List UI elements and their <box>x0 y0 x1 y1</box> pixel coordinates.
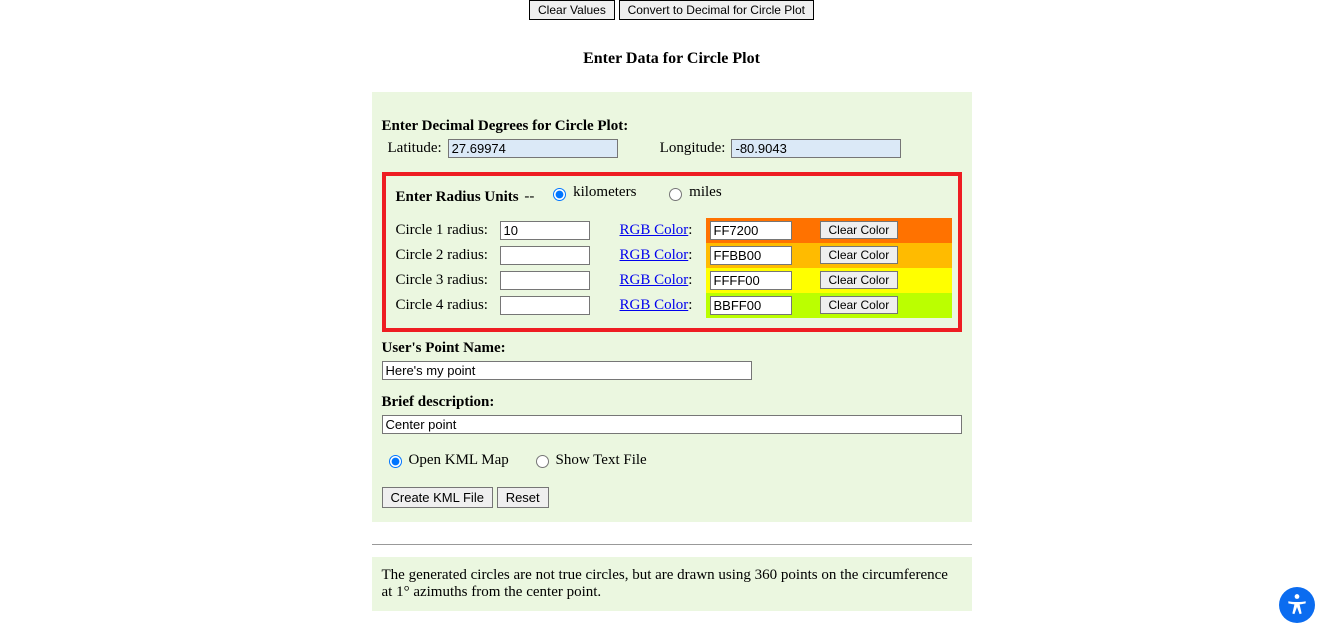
point-name-title: User's Point Name: <box>382 340 962 357</box>
longitude-input[interactable] <box>731 139 901 158</box>
circle-row: Circle 3 radius:RGB Color:Clear Color <box>392 268 952 293</box>
latitude-input[interactable] <box>448 139 618 158</box>
radius-units-dashes: -- <box>521 189 539 205</box>
circle-radius-table: Circle 1 radius:RGB Color:Clear ColorCir… <box>392 218 952 318</box>
circle-plot-panel: Enter Decimal Degrees for Circle Plot: L… <box>372 92 972 522</box>
accessibility-icon[interactable] <box>1279 587 1315 623</box>
clear-color-button[interactable]: Clear Color <box>820 296 899 314</box>
circle-radius-input[interactable] <box>500 246 590 265</box>
rgb-color-input[interactable] <box>710 221 792 240</box>
rgb-color-input[interactable] <box>710 271 792 290</box>
kilometers-label: kilometers <box>573 184 636 201</box>
longitude-label: Longitude: <box>660 140 726 157</box>
rgb-color-link[interactable]: RGB Color <box>620 247 689 263</box>
circle-radius-input[interactable] <box>500 221 590 240</box>
rgb-color-link[interactable]: RGB Color <box>620 272 689 288</box>
circle-radius-label: Circle 4 radius: <box>392 293 496 318</box>
description-title: Brief description: <box>382 394 962 411</box>
point-name-input[interactable] <box>382 361 752 380</box>
circle-radius-label: Circle 3 radius: <box>392 268 496 293</box>
create-kml-button[interactable]: Create KML File <box>382 487 493 508</box>
latitude-label: Latitude: <box>388 140 442 157</box>
clear-values-button[interactable]: Clear Values <box>529 0 615 20</box>
rgb-color-link[interactable]: RGB Color <box>620 222 689 238</box>
show-text-radio[interactable] <box>536 455 549 468</box>
circle-row: Circle 2 radius:RGB Color:Clear Color <box>392 243 952 268</box>
description-input[interactable] <box>382 415 962 434</box>
miles-radio[interactable] <box>669 188 682 201</box>
rgb-color-input[interactable] <box>710 296 792 315</box>
clear-color-button[interactable]: Clear Color <box>820 271 899 289</box>
clear-color-button[interactable]: Clear Color <box>820 246 899 264</box>
divider <box>372 544 972 545</box>
circle-row: Circle 4 radius:RGB Color:Clear Color <box>392 293 952 318</box>
convert-to-decimal-button[interactable]: Convert to Decimal for Circle Plot <box>619 0 814 20</box>
rgb-color-input[interactable] <box>710 246 792 265</box>
kilometers-radio[interactable] <box>553 188 566 201</box>
circle-radius-label: Circle 1 radius: <box>392 218 496 243</box>
radius-units-title: Enter Radius Units <box>396 189 519 205</box>
open-kml-radio[interactable] <box>389 455 402 468</box>
footer-note: The generated circles are not true circl… <box>372 557 972 611</box>
enter-data-heading: Enter Data for Circle Plot <box>0 50 1343 68</box>
open-kml-label: Open KML Map <box>409 452 509 469</box>
circle-row: Circle 1 radius:RGB Color:Clear Color <box>392 218 952 243</box>
circle-radius-input[interactable] <box>500 271 590 290</box>
decimal-degrees-title: Enter Decimal Degrees for Circle Plot: <box>382 118 962 135</box>
miles-label: miles <box>689 184 722 201</box>
show-text-label: Show Text File <box>556 452 647 469</box>
rgb-color-link[interactable]: RGB Color <box>620 297 689 313</box>
clear-color-button[interactable]: Clear Color <box>820 221 899 239</box>
reset-button[interactable]: Reset <box>497 487 549 508</box>
circle-radius-label: Circle 2 radius: <box>392 243 496 268</box>
circle-radius-input[interactable] <box>500 296 590 315</box>
radius-units-box: Enter Radius Units -- kilometers miles C… <box>382 172 962 332</box>
